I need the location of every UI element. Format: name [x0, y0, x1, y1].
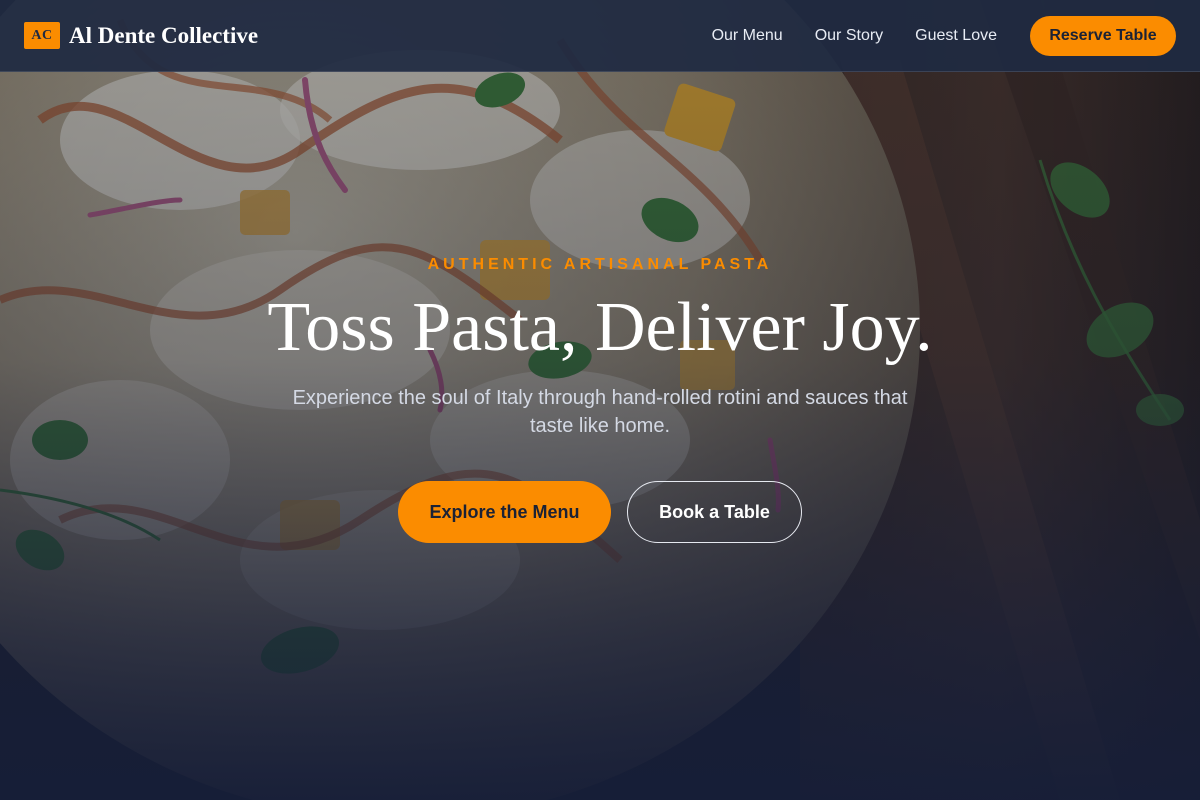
- brand-logo: AC: [24, 22, 60, 49]
- brand[interactable]: AC Al Dente Collective: [24, 22, 258, 49]
- nav-link-our-menu[interactable]: Our Menu: [712, 27, 783, 45]
- top-navbar: AC Al Dente Collective Our Menu Our Stor…: [0, 0, 1200, 72]
- nav-link-guest-love[interactable]: Guest Love: [915, 27, 997, 45]
- nav-link-our-story[interactable]: Our Story: [815, 27, 883, 45]
- hero-cta-row: Explore the Menu Book a Table: [0, 481, 1200, 543]
- hero-section: AUTHENTIC ARTISANAL PASTA Toss Pasta, De…: [0, 254, 1200, 543]
- book-table-button[interactable]: Book a Table: [627, 481, 802, 543]
- hero-headline: Toss Pasta, Deliver Joy.: [267, 289, 933, 366]
- hero-subtext: Experience the soul of Italy through han…: [292, 387, 908, 437]
- hero-eyebrow: AUTHENTIC ARTISANAL PASTA: [427, 256, 773, 273]
- nav-links: Our Menu Our Story Guest Love Reserve Ta…: [712, 15, 1176, 56]
- brand-name: Al Dente Collective: [69, 22, 259, 48]
- reserve-table-button[interactable]: Reserve Table: [1030, 15, 1176, 56]
- explore-menu-button[interactable]: Explore the Menu: [398, 481, 611, 543]
